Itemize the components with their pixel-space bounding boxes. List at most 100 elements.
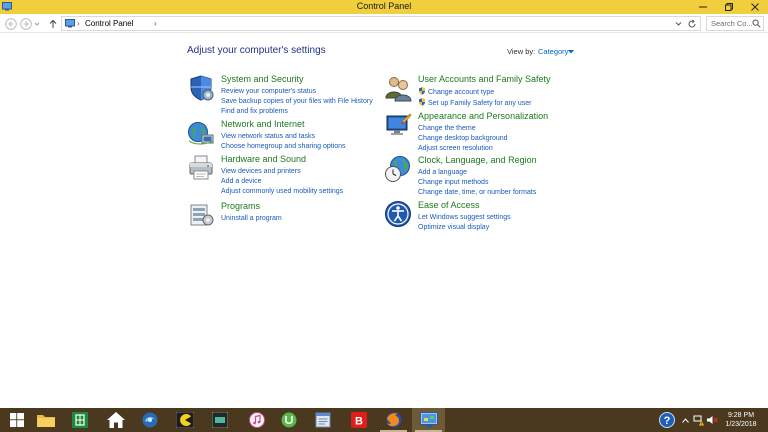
recent-locations-button[interactable] xyxy=(33,17,41,30)
link-save-backup-copies[interactable]: Save backup copies of your files with Fi… xyxy=(221,97,373,107)
restore-icon xyxy=(725,3,733,11)
control-panel-small-icon xyxy=(65,19,75,28)
link-choose-homegroup[interactable]: Choose homegroup and sharing options xyxy=(221,142,346,152)
category-title[interactable]: Appearance and Personalization xyxy=(418,111,548,121)
back-button[interactable] xyxy=(4,17,17,30)
bitdefender-icon: B xyxy=(350,412,367,428)
up-button[interactable] xyxy=(46,17,59,30)
link-uninstall-a-program[interactable]: Uninstall a program xyxy=(221,214,282,224)
view-by-dropdown[interactable]: Category xyxy=(538,47,568,56)
category-links: Uninstall a program xyxy=(221,214,282,224)
windows-logo-icon xyxy=(9,413,24,427)
taskbar-pacman[interactable] xyxy=(168,408,201,432)
category-links: Review your computer's status Save backu… xyxy=(221,87,373,117)
link-optimize-visual-display[interactable]: Optimize visual display xyxy=(418,223,511,233)
taskbar-bitdefender[interactable]: B xyxy=(342,408,375,432)
window-title: Control Panel xyxy=(356,1,412,11)
control-panel-icon xyxy=(419,412,438,428)
taskbar-itunes[interactable] xyxy=(240,408,273,432)
title-bar: Control Panel xyxy=(0,0,768,14)
network-globe-icon[interactable] xyxy=(187,119,215,147)
taskbar-clock[interactable]: 9:28 PM 1/23/2018 xyxy=(716,411,766,429)
taskbar-firefox[interactable] xyxy=(377,408,410,432)
globe-clock-icon[interactable] xyxy=(384,155,412,183)
taskbar-file-explorer[interactable] xyxy=(29,408,62,432)
link-change-date-time-formats[interactable]: Change date, time, or number formats xyxy=(418,188,536,198)
link-view-network-status[interactable]: View network status and tasks xyxy=(221,132,346,142)
category-title[interactable]: Hardware and Sound xyxy=(221,154,306,164)
taskbar-utorrent[interactable] xyxy=(272,408,305,432)
chevron-down-icon[interactable] xyxy=(675,21,682,27)
shield-icon[interactable] xyxy=(187,74,215,102)
taskbar: B ? ! 9:28 PM 1/23/2018 xyxy=(0,408,768,432)
taskbar-notepad[interactable] xyxy=(306,408,339,432)
category-links: Add a language Change input methods Chan… xyxy=(418,168,536,198)
category-links: Change account type Set up Family Safety… xyxy=(418,87,532,109)
link-change-account-type[interactable]: Change account type xyxy=(418,87,532,98)
navigation-bar: › Control Panel › Search Co... xyxy=(0,14,768,33)
link-let-windows-suggest-settings[interactable]: Let Windows suggest settings xyxy=(418,213,511,223)
firefox-icon xyxy=(386,412,401,428)
svg-text:!: ! xyxy=(701,421,702,426)
ease-of-access-icon[interactable] xyxy=(384,200,412,228)
minimize-button[interactable] xyxy=(690,0,716,14)
taskbar-excel[interactable] xyxy=(63,408,96,432)
svg-text:B: B xyxy=(355,416,363,428)
breadcrumb-separator[interactable]: › xyxy=(77,19,80,28)
category-title[interactable]: System and Security xyxy=(221,74,304,84)
notepad-icon xyxy=(315,412,330,428)
category-links: View network status and tasks Choose hom… xyxy=(221,132,346,152)
category-title[interactable]: Network and Internet xyxy=(221,119,305,129)
close-button[interactable] xyxy=(742,0,768,14)
page-title: Adjust your computer's settings xyxy=(187,45,326,56)
search-placeholder: Search Co... xyxy=(711,19,753,28)
forward-button[interactable] xyxy=(19,17,32,30)
monitor-paint-icon[interactable] xyxy=(384,111,412,139)
link-change-the-theme[interactable]: Change the theme xyxy=(418,124,508,134)
link-adjust-mobility-settings[interactable]: Adjust commonly used mobility settings xyxy=(221,187,343,197)
link-change-desktop-background[interactable]: Change desktop background xyxy=(418,134,508,144)
search-box[interactable]: Search Co... xyxy=(706,16,764,31)
utorrent-icon xyxy=(281,412,296,428)
address-bar[interactable]: › Control Panel › xyxy=(61,16,701,31)
chevron-down-icon[interactable] xyxy=(568,50,574,54)
category-title[interactable]: Clock, Language, and Region xyxy=(418,155,537,165)
category-title[interactable]: Programs xyxy=(221,201,260,211)
close-icon xyxy=(751,3,759,11)
itunes-icon xyxy=(248,412,265,428)
link-view-devices-and-printers[interactable]: View devices and printers xyxy=(221,167,343,177)
link-adjust-screen-resolution[interactable]: Adjust screen resolution xyxy=(418,144,508,154)
link-change-input-methods[interactable]: Change input methods xyxy=(418,178,536,188)
category-links: View devices and printers Add a device A… xyxy=(221,167,343,197)
users-icon[interactable] xyxy=(384,74,412,102)
taskbar-media-app[interactable] xyxy=(203,408,236,432)
category-title[interactable]: Ease of Access xyxy=(418,200,480,210)
maximize-button[interactable] xyxy=(716,0,742,14)
up-arrow-icon xyxy=(49,19,56,28)
system-tray: ? ! xyxy=(659,408,718,432)
category-links: Change the theme Change desktop backgrou… xyxy=(418,124,508,154)
category-title[interactable]: User Accounts and Family Safety xyxy=(418,74,551,84)
taskbar-control-panel[interactable] xyxy=(412,408,445,432)
link-find-and-fix-problems[interactable]: Find and fix problems xyxy=(221,107,373,117)
category-links: Let Windows suggest settings Optimize vi… xyxy=(418,213,511,233)
link-text[interactable]: Set up Family Safety for any user xyxy=(428,100,532,107)
link-text[interactable]: Change account type xyxy=(428,89,494,96)
link-add-a-language[interactable]: Add a language xyxy=(418,168,536,178)
printer-icon[interactable] xyxy=(187,154,215,182)
breadcrumb-control-panel[interactable]: Control Panel xyxy=(85,19,133,28)
back-arrow-icon xyxy=(4,17,17,30)
help-icon[interactable]: ? xyxy=(659,412,675,428)
link-review-computer-status[interactable]: Review your computer's status xyxy=(221,87,373,97)
breadcrumb-separator-end[interactable]: › xyxy=(154,19,157,28)
link-set-up-family-safety[interactable]: Set up Family Safety for any user xyxy=(418,98,532,109)
chevron-up-icon[interactable] xyxy=(682,417,689,423)
link-add-a-device[interactable]: Add a device xyxy=(221,177,343,187)
search-icon[interactable] xyxy=(752,19,761,28)
media-icon xyxy=(211,412,228,428)
refresh-icon[interactable] xyxy=(687,19,697,29)
taskbar-browser[interactable] xyxy=(133,408,166,432)
programs-icon[interactable] xyxy=(187,201,215,229)
taskbar-home[interactable] xyxy=(99,408,132,432)
network-warning-icon[interactable]: ! xyxy=(693,415,704,426)
